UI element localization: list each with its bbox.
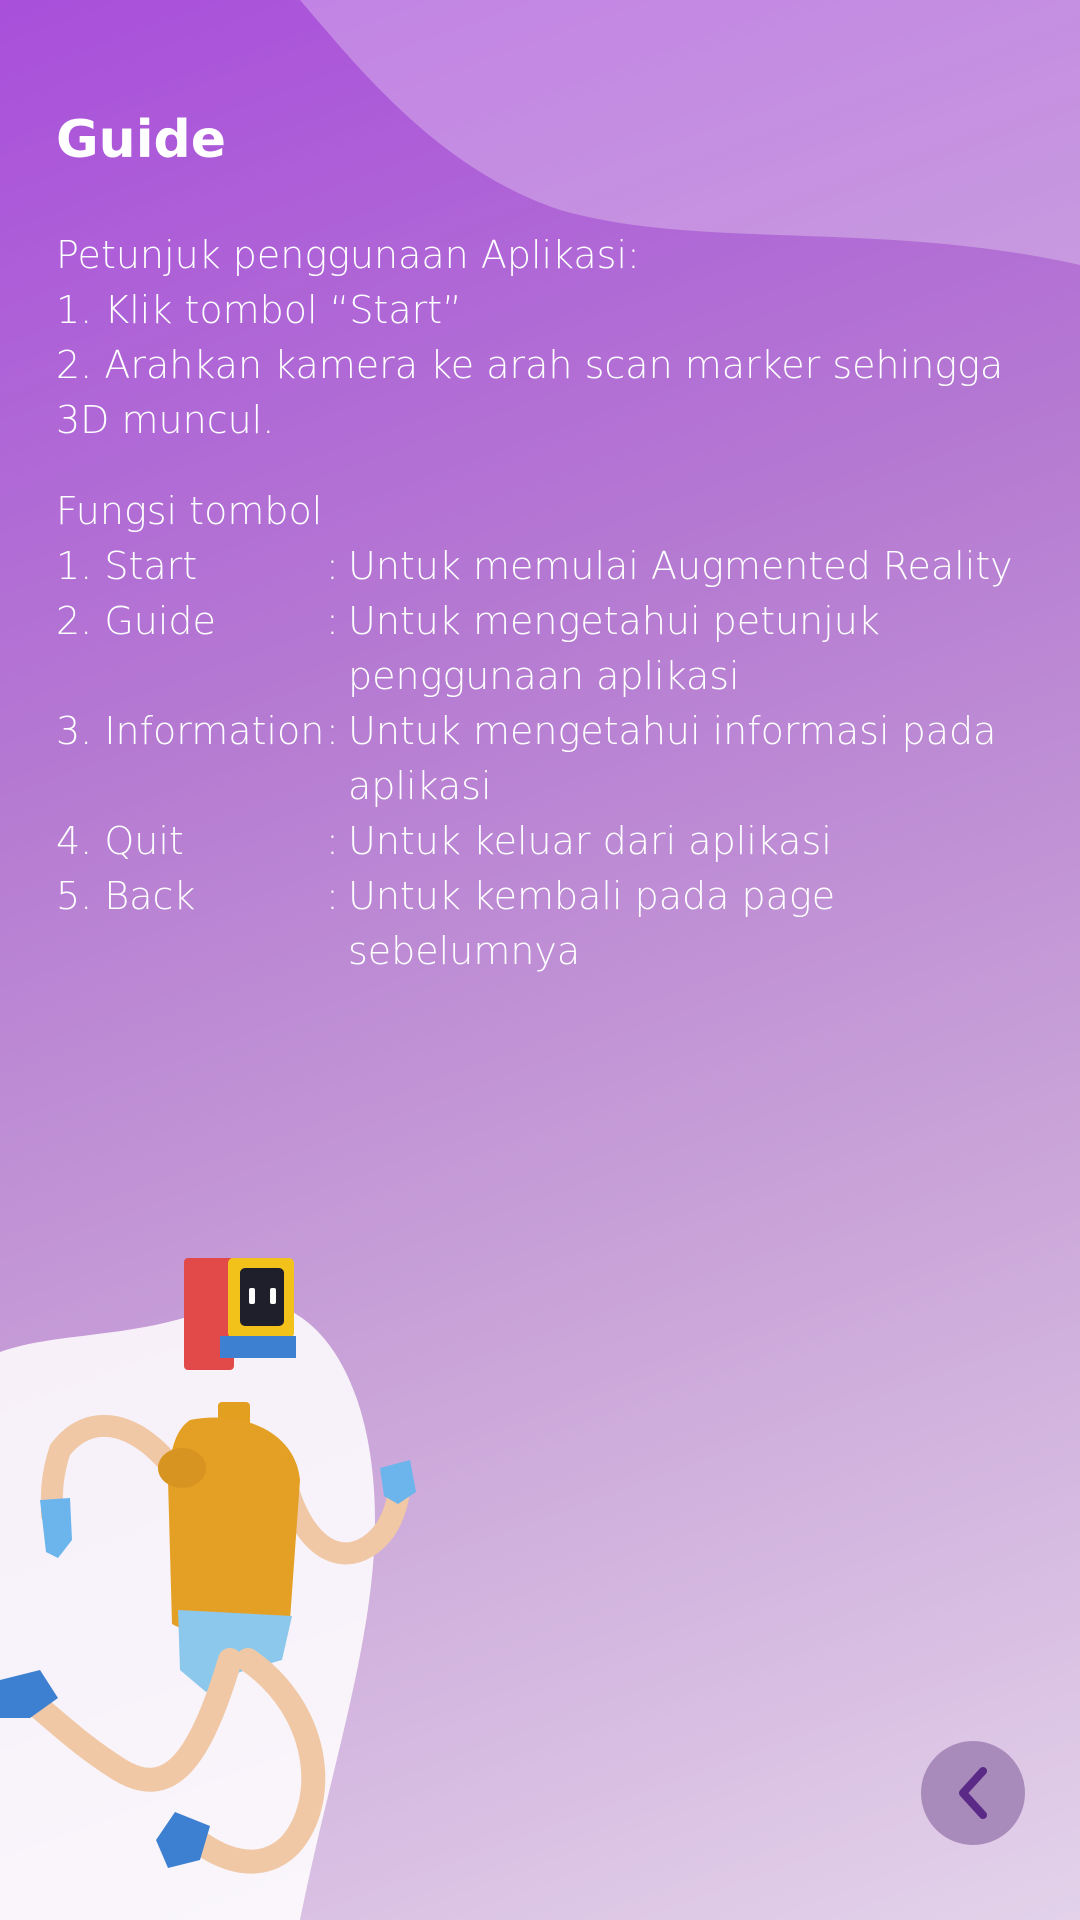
page-title: Guide [56,110,227,170]
functions-section: Fungsi tombol 1. Start : Untuk memulai A… [56,484,1036,979]
robot-head-base [220,1336,296,1358]
guide-content: Guide Petunjuk penggunaan Aplikasi: 1. K… [56,104,1036,979]
function-name: 3. Information [56,709,325,753]
robot-right-shoe [156,1812,210,1868]
function-separator: : [326,874,339,918]
function-separator: : [326,819,339,863]
function-separator: : [326,599,339,643]
function-row-back: 5. Back : Untuk kembali pada page sebelu… [56,869,1036,979]
function-name: 4. Quit [56,819,184,863]
robot-right-glove [380,1460,416,1504]
instruction-step: 1. Klik tombol “Start” [56,288,462,332]
instructions-heading: Petunjuk penggunaan Aplikasi: [56,233,640,277]
robot-left-glove [40,1498,72,1558]
function-description: Untuk keluar dari aplikasi [348,819,832,863]
function-row-start: 1. Start : Untuk memulai Augmented Reali… [56,539,1036,594]
instruction-step: 2. Arahkan kamera ke arah scan marker se… [56,343,1004,442]
instructions-section: Petunjuk penggunaan Aplikasi: 1. Klik to… [56,228,1036,448]
function-row-quit: 4. Quit : Untuk keluar dari aplikasi [56,814,1036,869]
function-description: Untuk kembali pada page sebelumnya [348,874,836,973]
running-robot-illustration [0,1258,416,1874]
robot-head-screen [240,1268,284,1326]
functions-heading: Fungsi tombol [56,489,323,533]
robot-eye-right [270,1288,276,1304]
function-row-information: 3. Information : Untuk mengetahui inform… [56,704,1036,814]
robot-shoulder [158,1448,206,1488]
back-button[interactable] [921,1741,1025,1845]
function-row-guide: 2. Guide : Untuk mengetahui petunjuk pen… [56,594,1036,704]
function-description: Untuk mengetahui petunjuk penggunaan apl… [348,599,880,698]
function-separator: : [326,709,339,753]
chevron-left-icon [959,1767,987,1819]
function-description: Untuk memulai Augmented Reality [348,544,1013,588]
function-name: 1. Start [56,544,198,588]
function-name: 2. Guide [56,599,216,643]
function-name: 5. Back [56,874,196,918]
robot-eye-left [249,1288,255,1304]
robot-right-arm [277,1474,411,1565]
function-description: Untuk mengetahui informasi pada aplikasi [348,709,997,808]
function-separator: : [326,544,339,588]
